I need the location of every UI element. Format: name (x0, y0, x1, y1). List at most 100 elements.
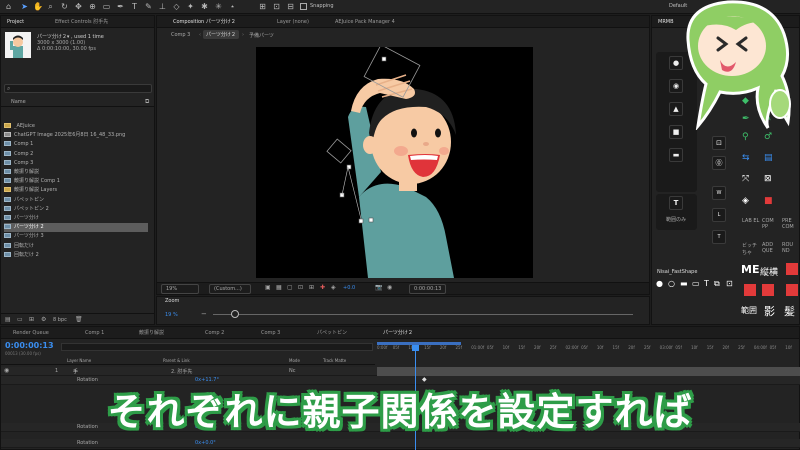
puppet-bend-tool-icon[interactable]: ⋆ (228, 2, 237, 11)
project-item[interactable]: 敵振り解説 (4, 168, 148, 177)
zoom-slider-handle[interactable] (231, 310, 239, 318)
eraser-tool-icon[interactable]: ◇ (172, 2, 181, 11)
breadcrumb-current[interactable]: パーツ分け２ (203, 30, 239, 39)
nisai-circle-icon[interactable]: ● (656, 279, 663, 288)
mask-visibility-icon[interactable]: ▢ (287, 284, 293, 291)
puppet-tool-icon[interactable]: ✱ (200, 2, 209, 11)
kanji-kami[interactable]: 髪 (784, 303, 795, 319)
zoom-slider-track[interactable] (213, 314, 633, 315)
visibility-icon[interactable]: ◉ (4, 367, 9, 374)
tab-composition[interactable]: Composition パーツ分け２ (169, 16, 240, 28)
layer-bar[interactable] (377, 367, 800, 376)
nisai-square-icon[interactable]: ▭ (692, 279, 700, 288)
nisai-pill-icon[interactable]: ▬ (680, 279, 688, 288)
project-item[interactable]: パーツ分け (4, 214, 148, 223)
new-folder-icon[interactable]: ▭ (17, 316, 23, 323)
project-item[interactable]: _AEJuice (4, 122, 148, 131)
world-axis-icon[interactable]: ⊡ (272, 2, 281, 11)
roto-tool-icon[interactable]: ✦ (186, 2, 195, 11)
label-2[interactable]: COM PP (762, 218, 780, 230)
time-ruler[interactable]: 0:00f05f10f15f20f25f01:00f05f10f15f20f25… (377, 345, 800, 355)
graph-icon[interactable]: ♂ (764, 132, 772, 142)
color-manage-icon[interactable]: ◈ (331, 284, 336, 291)
nisai-text-icon[interactable]: T (704, 279, 709, 288)
layer-parent[interactable]: 2. 肘手先 (171, 368, 192, 375)
rotate-tool-icon[interactable]: ↻ (60, 2, 69, 11)
project-item[interactable]: パーツ分け 3 (4, 232, 148, 241)
link-icon[interactable]: ⇆ (742, 153, 750, 163)
property-row-rotation-3[interactable]: Rotation 0x+0.0° (1, 439, 800, 448)
col-mode[interactable]: Mode (289, 358, 300, 363)
tab-puppet-pin[interactable]: パペットピン (313, 327, 351, 339)
comp-viewer[interactable] (256, 44, 533, 278)
breadcrumb-comp3[interactable]: Comp 3 (171, 32, 190, 38)
work-area-bar[interactable] (377, 342, 461, 345)
tab-comp2[interactable]: Comp 2 (201, 327, 228, 339)
expand-icon[interactable]: ⤧ (742, 174, 749, 184)
type-tool-icon[interactable]: T (130, 2, 139, 11)
chart-icon[interactable]: ▤ (764, 153, 773, 163)
guides-icon[interactable]: ⊞ (309, 284, 314, 291)
kanji-tateyoko[interactable]: 縦横 (760, 265, 778, 278)
project-item[interactable]: 敵振り解説 Comp 1 (4, 177, 148, 186)
breadcrumb-next[interactable]: 予備パーツ (249, 32, 274, 39)
project-item[interactable]: Comp 1 (4, 140, 148, 149)
project-item[interactable]: 回転だけ 2 (4, 251, 148, 260)
column-name[interactable]: Name (11, 99, 26, 105)
transparency-grid-icon[interactable]: ▦ (276, 284, 282, 291)
interpret-footage-icon[interactable]: ▤ (5, 316, 11, 323)
col-layer-name[interactable]: Layer Name (67, 358, 91, 363)
project-item[interactable]: Comp 3 (4, 159, 148, 168)
tab-comp1[interactable]: Comp 1 (81, 327, 108, 339)
label-6[interactable]: ROU ND (782, 242, 800, 254)
layer-row-1[interactable]: ◉ 1 手 2. 肘手先 Nc (1, 367, 800, 376)
project-item[interactable]: パペットピン (4, 196, 148, 205)
label-4[interactable]: ビッチ ちゃ (742, 242, 760, 256)
view-axis-icon[interactable]: ⊟ (286, 2, 295, 11)
snapshot-icon[interactable]: 📷 (375, 284, 382, 291)
zoom-value[interactable]: 19 % (165, 312, 178, 318)
project-item[interactable]: パペットピン 2 (4, 205, 148, 214)
red-block-1[interactable] (786, 263, 798, 275)
comp-timecode[interactable]: 0:00:00:13 (409, 284, 447, 294)
label-3[interactable]: PRE COM (782, 218, 800, 230)
fit-frame-icon[interactable]: ▣ (265, 284, 271, 291)
resolution-select[interactable]: (Custom...) (209, 284, 251, 294)
tab-project[interactable]: Project (3, 16, 28, 28)
project-item[interactable]: Comp 2 (4, 150, 148, 159)
hand-tool-icon[interactable]: ✋ (33, 2, 43, 11)
playhead-handle[interactable] (412, 345, 419, 351)
trash-icon[interactable]: 🗑 (75, 316, 83, 323)
nisai-crop-icon[interactable]: ⊡ (726, 279, 733, 288)
nisai-ring-icon[interactable]: ○ (668, 279, 675, 288)
project-item[interactable]: 回転だけ (4, 242, 148, 251)
layer-name[interactable]: 手 (73, 368, 78, 375)
red-block-2[interactable] (744, 284, 756, 296)
home-icon[interactable]: ⌂ (4, 2, 13, 11)
align-icon[interactable]: ⊠ (764, 174, 772, 184)
timeline-search[interactable] (61, 343, 373, 351)
region-of-interest-icon[interactable]: ⊡ (298, 284, 303, 291)
label-5[interactable]: ADD QUE (762, 242, 780, 254)
tab-pack-manager[interactable]: AEJuice Pack Manager 4 (331, 16, 399, 28)
flowchart-icon[interactable]: ⧉ (145, 98, 149, 106)
col-parent[interactable]: Parent & Link (163, 358, 190, 363)
camera-tool-icon[interactable]: ✥ (74, 2, 83, 11)
col-track-matte[interactable]: Track Matte (323, 358, 346, 363)
tab-render-queue[interactable]: Render Queue (9, 327, 53, 339)
puppet-pin-tool-icon[interactable]: ✳ (214, 2, 223, 11)
tab-teburi[interactable]: 敵振り解説 (135, 327, 168, 339)
kanji-kage[interactable]: 影 (764, 303, 775, 319)
loop-button[interactable]: L (712, 208, 726, 222)
eye-icon[interactable]: ◈ (742, 196, 749, 206)
project-item[interactable]: パーツ分け 2 (4, 223, 148, 233)
counter-icon[interactable]: ⓪ (712, 156, 726, 170)
node-icon[interactable]: ⚲ (742, 132, 749, 142)
zoom-out-icon[interactable]: − (201, 310, 207, 318)
zoom-select[interactable]: 19% (161, 284, 199, 294)
project-settings-icon[interactable]: ⚙ (41, 316, 46, 323)
clone-tool-icon[interactable]: ⊥ (158, 2, 167, 11)
wiggle-button[interactable]: W (712, 186, 726, 200)
snapping-checkbox[interactable] (300, 3, 307, 10)
text-button[interactable]: T (669, 196, 683, 210)
